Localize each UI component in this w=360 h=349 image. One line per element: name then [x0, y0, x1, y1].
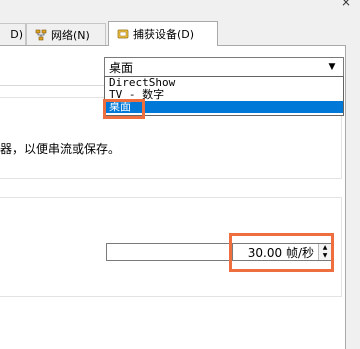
frame-rate-spinbox[interactable]: 30.00 帧/秒 ▲ ▼	[232, 243, 332, 261]
settings-text-field[interactable]	[106, 243, 232, 261]
capture-description-text: 器，以便串流或保存。	[0, 142, 121, 156]
tab-previous-label: D)	[10, 28, 23, 41]
capture-device-icon	[117, 28, 129, 40]
capture-mode-select[interactable]: 桌面 ▼	[104, 57, 344, 77]
frame-rate-value[interactable]: 30.00 帧/秒	[248, 244, 318, 261]
spin-down-icon[interactable]: ▼	[319, 252, 331, 260]
dropdown-option-tv-digital[interactable]: TV - 数字	[105, 89, 343, 101]
chevron-down-icon[interactable]: ▼	[325, 62, 339, 72]
frame-rate-stepper[interactable]: ▲ ▼	[318, 244, 331, 260]
tab-capture-device-label: 捕获设备(D)	[133, 28, 195, 41]
scrollbar-track[interactable]	[346, 45, 360, 349]
tab-network-label: 网络(N)	[51, 28, 90, 42]
capture-mode-selected-value: 桌面	[109, 60, 134, 75]
capture-mode-dropdown-list: DirectShow TV - 数字 桌面	[104, 76, 344, 116]
close-button[interactable]: ×	[341, 0, 351, 9]
tab-previous[interactable]: D)	[0, 23, 26, 45]
network-icon	[35, 29, 47, 41]
tab-capture-device[interactable]: 捕获设备(D)	[108, 21, 218, 46]
tab-network[interactable]: 网络(N)	[26, 23, 106, 45]
spin-up-icon[interactable]: ▲	[319, 244, 331, 252]
dropdown-option-desktop[interactable]: 桌面	[105, 101, 343, 113]
divider	[0, 85, 104, 86]
